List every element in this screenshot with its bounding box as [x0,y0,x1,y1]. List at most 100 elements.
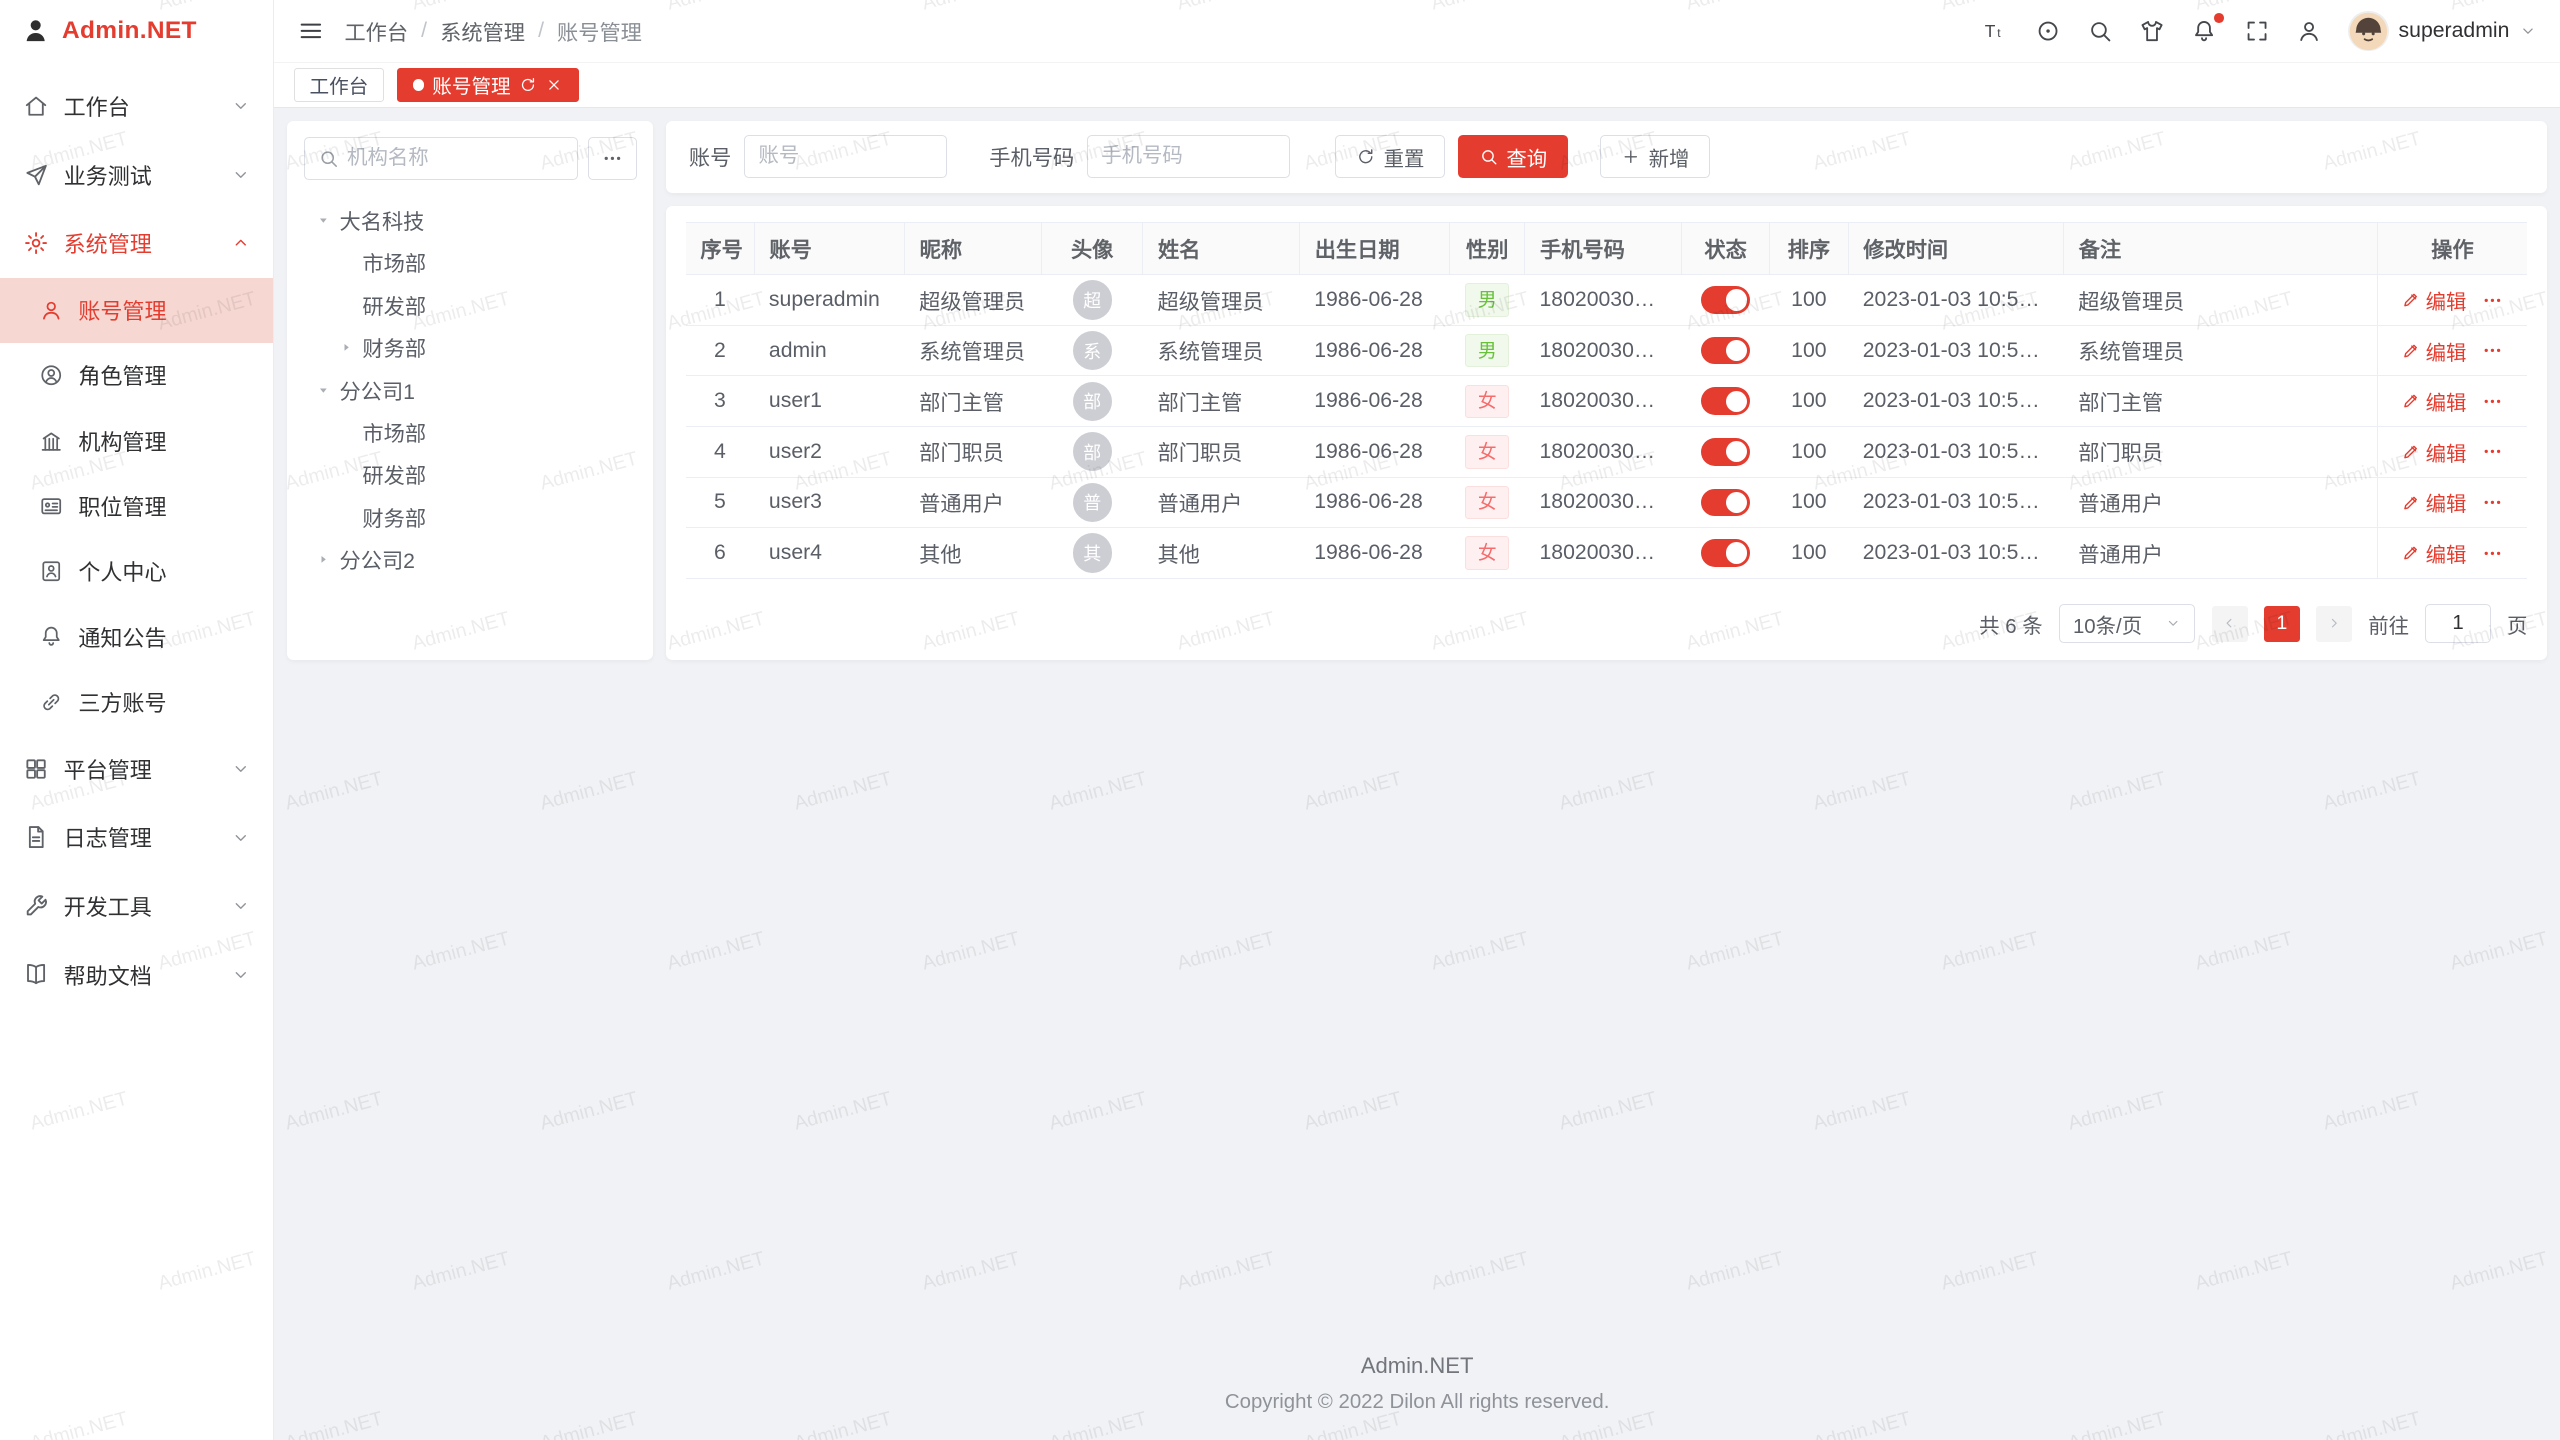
filter-bar: 账号 手机号码 重置 [666,121,2547,193]
search-icon[interactable] [2087,18,2113,44]
logo[interactable]: Admin.NET [0,0,273,62]
goto-page-input[interactable] [2425,604,2490,643]
row-more-button[interactable] [2481,289,2504,312]
sidebar-item-role-management[interactable]: 角色管理 [0,343,273,408]
tree-node[interactable]: 研发部 [304,284,637,326]
tree-node[interactable]: 财务部 [304,496,637,538]
page-number-button[interactable]: 1 [2264,606,2300,642]
org-more-button[interactable] [588,137,637,179]
caret-placeholder [333,292,359,318]
topbar: 工作台 / 系统管理 / 账号管理 Tt superadmin [274,0,2560,62]
column-header-modified: 修改时间 [1848,222,2064,274]
tab-active-dot [413,79,424,90]
cell-birth: 1986-06-28 [1300,528,1450,579]
tree-node[interactable]: 研发部 [304,454,637,496]
sidebar-item-account-management[interactable]: 账号管理 [0,278,273,343]
reset-button[interactable]: 重置 [1335,135,1445,177]
phone-input[interactable] [1101,145,1275,168]
search-button[interactable]: 查询 [1458,135,1568,177]
toggle-knob [1726,289,1747,310]
next-page-button[interactable] [2316,606,2352,642]
breadcrumb-item[interactable]: 工作台 [344,16,408,47]
caret-down-icon[interactable] [310,207,336,233]
status-toggle[interactable] [1701,286,1750,314]
org-search-input[interactable] [347,147,564,170]
chevron-down-icon [231,828,251,848]
edit-label: 编辑 [2426,285,2467,315]
cell-account: user4 [754,528,904,579]
tab-workbench[interactable]: 工作台 [294,68,384,102]
cell-birth: 1986-06-28 [1300,427,1450,478]
toggle-knob [1726,340,1747,361]
menu-collapse-icon[interactable] [297,17,325,45]
status-toggle[interactable] [1701,489,1750,517]
row-more-button[interactable] [2481,390,2504,413]
add-button[interactable]: 新增 [1600,135,1710,177]
prev-page-button[interactable] [2212,606,2248,642]
sidebar-item-log-management[interactable]: 日志管理 [0,803,273,872]
sidebar-item-personal-center[interactable]: 个人中心 [0,539,273,604]
sidebar-item-platform-management[interactable]: 平台管理 [0,735,273,804]
sidebar-item-system-management[interactable]: 系统管理 [0,209,273,278]
edit-button[interactable]: 编辑 [2401,487,2466,517]
sidebar-item-business-test[interactable]: 业务测试 [0,140,273,209]
row-more-button[interactable] [2481,542,2504,565]
edit-label: 编辑 [2426,336,2467,366]
user-panel-icon[interactable] [2296,18,2322,44]
tree-node[interactable]: 市场部 [304,242,637,284]
row-more-button[interactable] [2481,339,2504,362]
font-size-icon[interactable]: Tt [1982,18,2008,44]
tree-node[interactable]: 分公司1 [304,369,637,411]
user-menu[interactable]: superadmin [2348,11,2537,52]
tab-close-icon[interactable] [545,76,563,94]
tab-refresh-icon[interactable] [519,76,537,94]
cell-modified: 2023-01-03 10:59:44 [1848,325,2064,376]
fullscreen-icon[interactable] [2244,18,2270,44]
tree-node-label: 研发部 [362,459,426,490]
cell-modified: 2023-01-03 10:59:44 [1848,477,2064,528]
sidebar-item-help-docs[interactable]: 帮助文档 [0,940,273,1009]
breadcrumb-item[interactable]: 系统管理 [440,16,525,47]
status-toggle[interactable] [1701,539,1750,567]
sidebar-item-label: 账号管理 [78,294,166,326]
sidebar-item-org-management[interactable]: 机构管理 [0,408,273,473]
table-row: 3user1部门主管部部门主管1986-06-28女18020030720100… [686,376,2528,427]
theme-icon[interactable] [2139,18,2165,44]
search-icon [1479,147,1499,167]
tree-node[interactable]: 大名科技 [304,199,637,241]
tree-node[interactable]: 市场部 [304,411,637,453]
caret-right-icon[interactable] [310,547,336,573]
status-toggle[interactable] [1701,337,1750,365]
status-toggle[interactable] [1701,438,1750,466]
sidebar-item-workbench[interactable]: 工作台 [0,72,273,141]
tree-node[interactable]: 分公司2 [304,539,637,581]
status-toggle[interactable] [1701,387,1750,415]
locale-icon[interactable] [2035,18,2061,44]
edit-button[interactable]: 编辑 [2401,285,2466,315]
edit-button[interactable]: 编辑 [2401,336,2466,366]
sidebar-item-label: 平台管理 [64,753,152,785]
page-size-select[interactable]: 10条/页 [2059,604,2195,643]
table-row: 5user3普通用户普普通用户1986-06-28女18020030720100… [686,477,2528,528]
sidebar-item-notice[interactable]: 通知公告 [0,604,273,669]
caret-right-icon[interactable] [333,335,359,361]
cell-index: 3 [686,376,755,427]
edit-button[interactable]: 编辑 [2401,437,2466,467]
svg-text:t: t [1998,26,2002,40]
caret-down-icon[interactable] [310,377,336,403]
sidebar-item-third-party-account[interactable]: 三方账号 [0,669,273,734]
sidebar-item-dev-tools[interactable]: 开发工具 [0,872,273,941]
notification-icon[interactable] [2191,18,2217,44]
tab-account-management[interactable]: 账号管理 [397,68,579,102]
row-avatar: 其 [1073,533,1112,572]
sidebar-item-position-management[interactable]: 职位管理 [0,473,273,538]
edit-button[interactable]: 编辑 [2401,538,2466,568]
row-more-button[interactable] [2481,440,2504,463]
edit-button[interactable]: 编辑 [2401,386,2466,416]
cell-op: 编辑 [2377,477,2527,528]
row-more-button[interactable] [2481,491,2504,514]
tree-node[interactable]: 财务部 [304,326,637,368]
account-input[interactable] [758,145,932,168]
cell-nickname: 部门职员 [904,427,1041,478]
plus-icon [1621,147,1641,167]
